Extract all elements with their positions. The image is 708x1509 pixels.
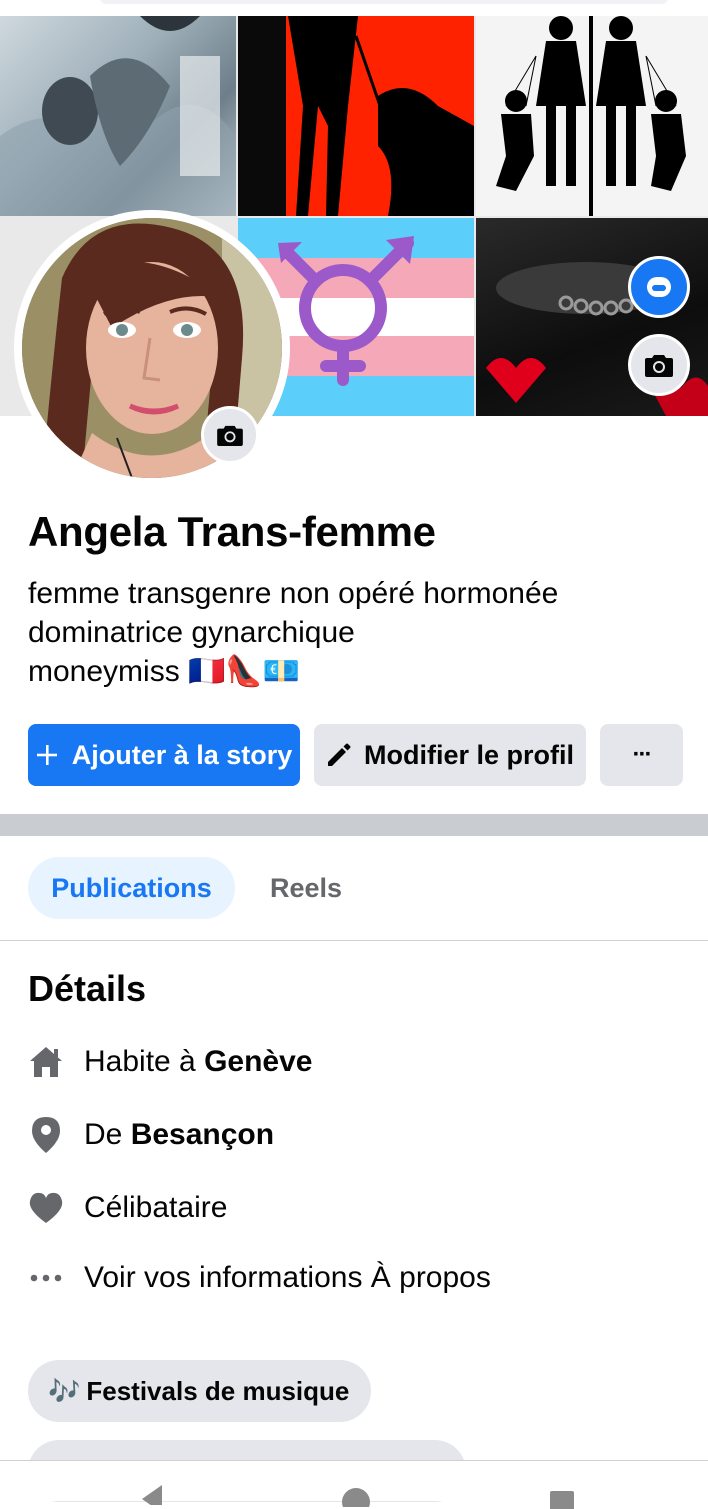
cover-tile-3: [476, 16, 708, 216]
recents-nav-icon[interactable]: [548, 1489, 578, 1509]
detail-lives-in: Habite à Genève: [28, 1040, 312, 1084]
more-icon: ···: [632, 741, 653, 768]
detail-from-prefix: De: [84, 1118, 131, 1151]
pencil-icon: [327, 743, 351, 766]
top-bar: [0, 0, 708, 16]
avatar-frame-icon: [647, 277, 671, 297]
tab-label: Publications: [51, 872, 212, 903]
interest-chip[interactable]: 🎶 Festivals de musique: [28, 1360, 372, 1422]
camera-icon: [645, 355, 673, 377]
edit-profile-label: Modifier le profil: [363, 739, 574, 770]
bio-line: femme transgenre non opéré hormonée: [28, 577, 559, 610]
see-about-info-link[interactable]: Voir vos informations À propos: [28, 1256, 491, 1300]
detail-relationship-label: Célibataire: [84, 1191, 228, 1224]
detail-relationship: Célibataire: [28, 1186, 227, 1230]
back-nav-icon[interactable]: [138, 1485, 168, 1505]
home-nav-icon[interactable]: [341, 1487, 371, 1507]
more-options-button[interactable]: ···: [600, 724, 683, 786]
heart-icon: [28, 1190, 64, 1226]
detail-from-city: Besançon: [130, 1118, 275, 1151]
music-notes-icon: 🎶: [48, 1375, 81, 1406]
add-to-story-label: Ajouter à la story: [71, 739, 293, 770]
section-divider: [0, 814, 708, 836]
more-dots-icon: [28, 1260, 64, 1296]
add-to-story-button[interactable]: Ajouter à la story: [28, 724, 300, 786]
avatar-frame-button[interactable]: [628, 256, 690, 318]
location-pin-icon: [28, 1117, 64, 1153]
bio-line: dominatrice gynarchique: [28, 616, 355, 649]
details-heading: Détails: [28, 968, 147, 1009]
detail-lives-city: Genève: [204, 1045, 313, 1078]
cover-tile-1: [0, 16, 236, 216]
camera-icon: [217, 425, 243, 446]
cover-tile-2: [238, 16, 474, 216]
tabs-divider: [0, 940, 708, 941]
detail-lives-prefix: Habite à: [84, 1045, 205, 1078]
plus-icon: [36, 745, 57, 765]
tab-reels[interactable]: Reels: [250, 857, 362, 919]
see-about-info-label: Voir vos informations À propos: [84, 1261, 491, 1294]
bio-line: moneymiss 🇫🇷👠💶: [28, 655, 301, 688]
interest-label: Festivals de musique: [86, 1375, 350, 1406]
edit-profile-picture-button[interactable]: [201, 406, 259, 464]
detail-from: De Besançon: [28, 1113, 274, 1157]
system-navigation-bar: [0, 1460, 708, 1509]
tab-publications[interactable]: Publications: [28, 857, 235, 919]
edit-cover-photo-button[interactable]: [628, 334, 690, 396]
profile-bio: femme transgenre non opéré hormonée domi…: [28, 574, 668, 691]
home-icon: [28, 1044, 64, 1080]
tab-label: Reels: [269, 872, 343, 903]
profile-name: Angela Trans-femme: [28, 508, 436, 555]
edit-profile-button[interactable]: Modifier le profil: [314, 724, 586, 786]
